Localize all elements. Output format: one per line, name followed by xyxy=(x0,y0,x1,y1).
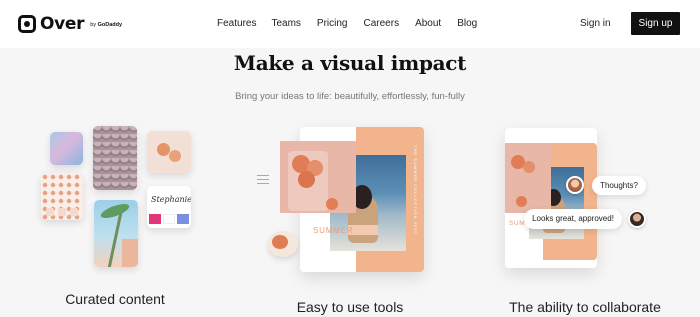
building-shape xyxy=(122,239,138,267)
over-logo-icon xyxy=(18,15,36,33)
peach-shape xyxy=(169,150,181,162)
content-tile-palm xyxy=(94,200,138,267)
peach-shape xyxy=(157,143,170,156)
peach-photo xyxy=(280,141,356,213)
hero-title: Make a visual impact xyxy=(233,51,467,75)
brand-name: Over xyxy=(40,14,85,34)
feature-label-tools: Easy to use tools xyxy=(296,299,404,315)
peach-photo xyxy=(505,143,551,213)
color-swatch-blue xyxy=(177,214,189,224)
palm-leaf xyxy=(99,201,131,221)
comment-bubble: Thoughts? xyxy=(592,176,646,195)
pattern-swatch xyxy=(46,208,54,216)
nav-link-careers[interactable]: Careers xyxy=(364,18,400,29)
over-logo[interactable]: Over by GoDaddy xyxy=(18,14,122,34)
user-avatar[interactable] xyxy=(566,176,584,194)
comment-bubble: Looks great, approved! xyxy=(524,209,622,229)
nav-link-pricing[interactable]: Pricing xyxy=(317,18,348,29)
content-tile-pattern xyxy=(41,173,83,220)
feature-label-collaborate: The ability to collaborate xyxy=(509,299,661,315)
script-word: Stephanie xyxy=(151,195,191,204)
peach-shape xyxy=(326,198,338,210)
pattern-swatch xyxy=(70,208,78,216)
top-navbar: Over by GoDaddy Features Teams Pricing C… xyxy=(0,0,700,48)
brand-byline: by GoDaddy xyxy=(90,22,123,28)
pattern-swatch xyxy=(58,208,66,216)
signup-button[interactable]: Sign up xyxy=(631,12,680,35)
signin-link[interactable]: Sign in xyxy=(580,18,611,29)
feature-label-curated: Curated content xyxy=(65,291,165,307)
user-avatar[interactable] xyxy=(628,210,646,228)
nav-link-features[interactable]: Features xyxy=(217,18,256,29)
design-card-vertical-text: THE SUMMER COLLECTION 2020 xyxy=(413,145,418,235)
nav-link-teams[interactable]: Teams xyxy=(271,18,300,29)
nav-link-blog[interactable]: Blog xyxy=(457,18,477,29)
hamburger-icon[interactable] xyxy=(257,175,269,184)
nav-link-about[interactable]: About xyxy=(415,18,441,29)
content-tile-scales xyxy=(93,126,137,190)
peach-shape xyxy=(523,161,535,173)
content-tile-peaches xyxy=(147,131,191,173)
color-swatch-white xyxy=(163,214,175,224)
peach-shape xyxy=(516,196,527,207)
peach-shape xyxy=(298,171,315,188)
color-swatch-pink xyxy=(149,214,161,224)
content-tile-typography: Stephanie xyxy=(147,186,191,228)
peach-bowl xyxy=(268,231,298,257)
nav-links: Features Teams Pricing Careers About Blo… xyxy=(217,18,493,29)
hero-subtitle: Bring your ideas to life: beautifully, e… xyxy=(235,91,465,102)
content-tile-marble xyxy=(50,132,83,165)
summer-text: SUMMER xyxy=(313,226,354,235)
